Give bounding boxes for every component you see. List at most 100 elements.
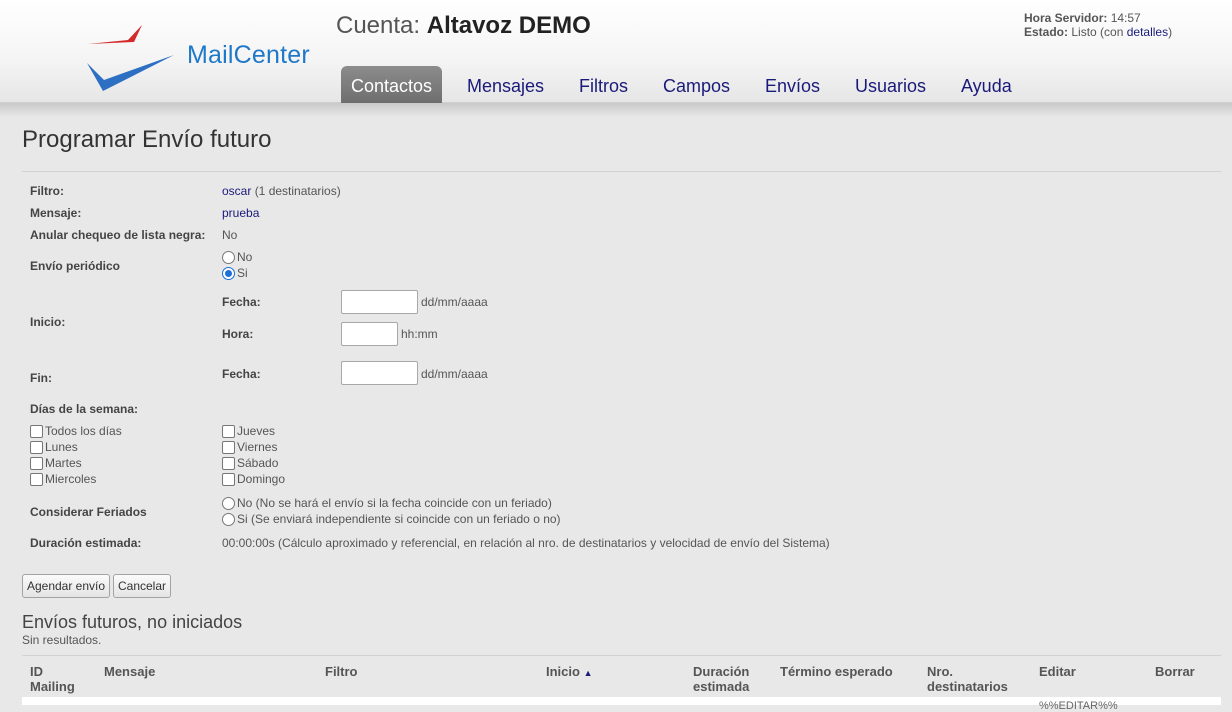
day-todos-checkbox[interactable] — [30, 424, 43, 438]
day-miercoles-checkbox[interactable] — [30, 472, 43, 486]
col-editar: Editar — [1039, 664, 1076, 679]
feriados-no-radio[interactable] — [222, 496, 235, 510]
col-nro-line2: destinatarios — [927, 679, 1008, 694]
col-duracion-line1: Duración — [693, 664, 750, 679]
header-shadow — [0, 103, 1232, 117]
col-filtro[interactable]: Filtro — [325, 664, 358, 679]
row-edit-placeholder: %%EDITAR%% — [1039, 700, 1118, 712]
periodico-label: Envío periódico — [30, 259, 121, 273]
feriados-label: Considerar Feriados — [30, 505, 147, 519]
checkmark-logo-icon — [87, 25, 174, 91]
mensaje-label: Mensaje: — [30, 206, 82, 220]
future-sends-title: Envíos futuros, no iniciados — [22, 612, 243, 632]
tab-contactos[interactable]: Contactos — [341, 66, 442, 103]
fin-fecha-label: Fecha: — [222, 367, 261, 381]
day-viernes-checkbox[interactable] — [222, 440, 235, 454]
status-value: Listo (con — [1071, 25, 1124, 39]
server-time-value: 14:57 — [1110, 11, 1141, 25]
periodico-no-radio[interactable] — [222, 250, 235, 264]
agendar-envio-button[interactable]: Agendar envío — [22, 574, 110, 598]
inicio-hora-hint: hh:mm — [401, 327, 438, 341]
day-martes-text: Martes — [45, 456, 82, 470]
feriados-no-option[interactable]: No (No se hará el envío si la fecha coin… — [222, 496, 552, 510]
tab-usuarios[interactable]: Usuarios — [855, 66, 926, 103]
tab-ayuda[interactable]: Ayuda — [961, 66, 1012, 103]
mensaje-value: prueba — [222, 206, 259, 220]
page-title: Programar Envío futuro — [22, 126, 272, 153]
logo-text: MailCenter — [187, 41, 310, 69]
table-divider — [22, 655, 1221, 656]
col-inicio[interactable]: Inicio ▲ — [546, 664, 593, 681]
day-martes-option[interactable]: Martes — [30, 456, 82, 470]
sort-ascending-icon: ▲ — [583, 668, 593, 678]
account-name: Altavoz DEMO — [426, 12, 591, 39]
day-jueves-option[interactable]: Jueves — [222, 424, 275, 438]
status-suffix: ) — [1168, 25, 1173, 39]
col-inicio-text: Inicio — [546, 664, 580, 679]
day-sabado-option[interactable]: Sábado — [222, 456, 278, 470]
tab-envios[interactable]: Envíos — [765, 66, 820, 103]
day-jueves-text: Jueves — [237, 424, 276, 438]
day-domingo-text: Domingo — [237, 472, 286, 486]
col-borrar: Borrar — [1155, 664, 1195, 679]
feriados-si-radio[interactable] — [222, 512, 235, 526]
day-jueves-checkbox[interactable] — [222, 424, 235, 438]
feriados-no-text: No (No se hará el envío si la fecha coin… — [237, 496, 552, 510]
fin-label: Fin: — [30, 371, 52, 385]
day-domingo-option[interactable]: Domingo — [222, 472, 285, 486]
filtro-label: Filtro: — [30, 184, 64, 198]
day-sabado-checkbox[interactable] — [222, 456, 235, 470]
periodico-no-option[interactable]: No — [222, 250, 252, 264]
col-mensaje[interactable]: Mensaje — [104, 664, 155, 679]
day-todos-option[interactable]: Todos los días — [30, 424, 122, 438]
account-title: Cuenta: Altavoz DEMO — [336, 12, 591, 40]
periodico-si-radio[interactable] — [222, 266, 235, 280]
filtro-value: oscar (1 destinatarios) — [222, 184, 341, 198]
day-domingo-checkbox[interactable] — [222, 472, 235, 486]
inicio-hora-input[interactable] — [341, 322, 398, 346]
anular-value: No — [222, 228, 238, 242]
day-lunes-checkbox[interactable] — [30, 440, 43, 454]
day-martes-checkbox[interactable] — [30, 456, 43, 470]
duracion-value: 00:00:00s (Cálculo aproximado y referenc… — [222, 536, 830, 550]
server-time-label: Hora Servidor: — [1024, 11, 1108, 25]
mailcenter-logo[interactable]: MailCenter — [84, 22, 324, 94]
day-todos-text: Todos los días — [45, 424, 122, 438]
periodico-si-text: Si — [237, 266, 248, 280]
app-header: MailCenter Cuenta: Altavoz DEMO Hora Ser… — [0, 0, 1232, 103]
server-info: Hora Servidor: 14:57 Estado: Listo (con … — [1024, 11, 1172, 39]
mensaje-link[interactable]: prueba — [222, 206, 259, 220]
dias-label: Días de la semana: — [30, 402, 139, 416]
day-lunes-option[interactable]: Lunes — [30, 440, 78, 454]
col-nro-line1: Nro. — [927, 664, 953, 679]
day-viernes-text: Viernes — [237, 440, 278, 454]
feriados-si-text: Si (Se enviará independiente si coincide… — [237, 512, 561, 526]
col-id-line2: Mailing — [30, 679, 75, 694]
col-id-line1: ID — [30, 664, 43, 679]
day-viernes-option[interactable]: Viernes — [222, 440, 277, 454]
periodico-no-text: No — [237, 250, 253, 264]
filtro-count: (1 destinatarios) — [254, 184, 341, 198]
periodico-si-option[interactable]: Si — [222, 266, 248, 280]
filtro-link[interactable]: oscar — [222, 184, 251, 198]
inicio-fecha-input[interactable] — [341, 290, 418, 314]
day-sabado-text: Sábado — [237, 456, 279, 470]
tab-campos[interactable]: Campos — [663, 66, 730, 103]
tab-filtros[interactable]: Filtros — [579, 66, 628, 103]
col-nro-destinatarios[interactable]: Nro. destinatarios — [927, 664, 1008, 694]
col-id-mailing[interactable]: ID Mailing — [30, 664, 75, 694]
inicio-fecha-hint: dd/mm/aaaa — [421, 295, 488, 309]
fin-fecha-input[interactable] — [341, 361, 418, 385]
inicio-fecha-label: Fecha: — [222, 295, 261, 309]
no-results-text: Sin resultados. — [22, 633, 102, 647]
anular-label: Anular chequeo de lista negra: — [30, 228, 206, 242]
tab-mensajes[interactable]: Mensajes — [467, 66, 544, 103]
title-divider — [22, 171, 1221, 172]
status-details-link[interactable]: detalles — [1127, 25, 1168, 39]
col-termino[interactable]: Término esperado — [780, 664, 893, 679]
col-duracion[interactable]: Duración estimada — [693, 664, 749, 694]
fin-fecha-hint: dd/mm/aaaa — [421, 367, 488, 381]
feriados-si-option[interactable]: Si (Se enviará independiente si coincide… — [222, 512, 561, 526]
day-miercoles-option[interactable]: Miercoles — [30, 472, 96, 486]
cancel-button[interactable]: Cancelar — [113, 574, 171, 598]
